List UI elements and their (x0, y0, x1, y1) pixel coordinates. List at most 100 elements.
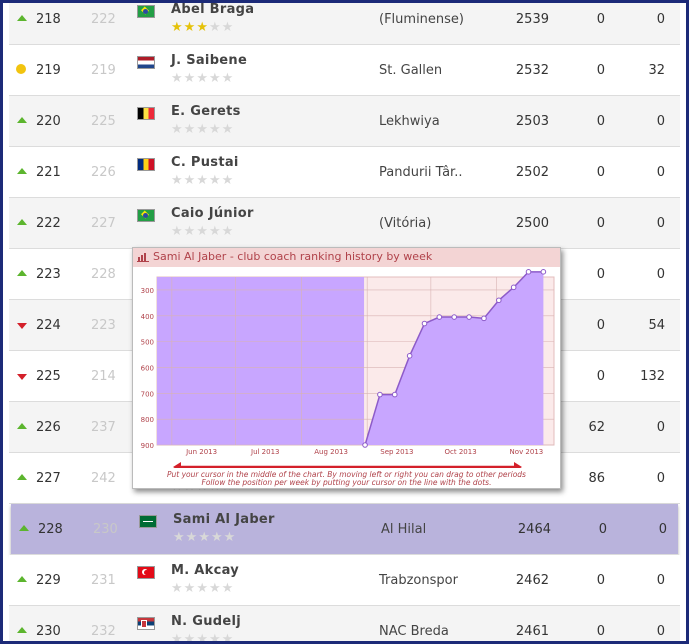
x-tick-label: Sep 2013 (380, 448, 413, 456)
rank-cell: 218 (36, 12, 61, 27)
stat-cell-1: 0 (596, 12, 605, 27)
stat-cell-1: 0 (596, 267, 605, 282)
club-cell: St. Gallen (379, 63, 443, 78)
points-cell: 2462 (515, 573, 549, 588)
table-row-highlighted[interactable]: 228 230 Sami Al Jaber ★★★★★ Al Hilal 2464 0 0 (11, 504, 678, 555)
stat-cell-2: 0 (656, 216, 665, 231)
previous-rank-cell: 242 (91, 471, 116, 486)
points-cell: 2503 (515, 114, 549, 129)
data-point[interactable] (436, 314, 443, 320)
data-point[interactable] (391, 391, 398, 398)
flag-icon (137, 158, 155, 171)
data-point[interactable] (377, 391, 383, 398)
stat-cell-2: 0 (656, 420, 665, 435)
stat-cell-1: 86 (588, 471, 605, 486)
drag-arrow-left-icon (173, 462, 181, 468)
data-point[interactable] (525, 269, 532, 275)
star-rating: ★★★★★ (171, 71, 235, 86)
data-point[interactable] (481, 315, 487, 322)
table-row[interactable]: 221 226 C. Pustai ★★★★★ Pandurii Târ.. 2502 0 0 (9, 147, 680, 198)
ranking-frame: 218 222 Abel Braga ★★★★★ (Fluminense) 2539 0 0 2… (0, 0, 689, 644)
table-row[interactable]: 218 222 Abel Braga ★★★★★ (Fluminense) 2539 0 0 (9, 3, 680, 45)
flag-icon (137, 56, 155, 69)
stat-cell-2: 0 (656, 624, 665, 639)
club-cell: Trabzonspor (379, 573, 458, 588)
data-point[interactable] (496, 297, 502, 304)
table-row[interactable]: 219 219 J. Saibene ★★★★★ St. Gallen 2532 0 32 (9, 45, 680, 96)
previous-rank-cell: 219 (91, 63, 116, 78)
club-cell: Pandurii Târ.. (379, 165, 463, 180)
rank-cell: 226 (36, 420, 61, 435)
coach-name-link[interactable]: Sami Al Jaber (173, 512, 275, 527)
stat-cell-1: 0 (596, 318, 605, 333)
previous-rank-cell: 214 (91, 369, 116, 384)
table-row[interactable]: 230 232 N. Gudelj ★★★★★ NAC Breda 2461 0 0 (9, 606, 680, 641)
stat-cell-2: 132 (640, 369, 665, 384)
stat-cell-1: 0 (596, 573, 605, 588)
previous-rank-cell: 232 (91, 624, 116, 639)
coach-name-link[interactable]: Abel Braga (171, 3, 254, 17)
data-point[interactable] (510, 284, 517, 291)
coach-name-link[interactable]: C. Pustai (171, 155, 239, 170)
rank-cell: 222 (36, 216, 61, 231)
x-tick-label: Oct 2013 (445, 448, 477, 456)
previous-rank-cell: 225 (91, 114, 116, 129)
rank-cell: 223 (36, 267, 61, 282)
x-tick-label: Jul 2013 (250, 448, 279, 456)
arrow-down-icon (17, 374, 27, 380)
popup-title: Sami Al Jaber - club coach ranking histo… (153, 250, 433, 263)
stat-cell-1: 0 (596, 165, 605, 180)
data-point[interactable] (540, 269, 547, 275)
rank-cell: 230 (36, 624, 61, 639)
drag-arrow-right-icon (514, 462, 522, 468)
coach-name-link[interactable]: M. Akcay (171, 563, 239, 578)
data-point[interactable] (421, 320, 428, 327)
x-tick-label: Aug 2013 (314, 448, 348, 456)
arrow-up-icon (17, 423, 27, 429)
flag-icon (139, 515, 157, 528)
star-rating: ★★★★★ (171, 224, 235, 239)
coach-name-link[interactable]: Caio Júnior (171, 206, 254, 221)
y-tick-label: 900 (141, 442, 154, 450)
y-tick-label: 800 (141, 416, 154, 424)
stat-cell-2: 0 (656, 165, 665, 180)
ranking-history-popup[interactable]: Sami Al Jaber - club coach ranking histo… (132, 247, 561, 489)
arrow-up-icon (17, 15, 27, 21)
rank-cell: 219 (36, 63, 61, 78)
y-tick-label: 500 (141, 339, 154, 347)
arrow-down-icon (17, 323, 27, 329)
points-cell: 2539 (515, 12, 549, 27)
table-row[interactable]: 220 225 E. Gerets ★★★★★ Lekhwiya 2503 0 0 (9, 96, 680, 147)
previous-rank-cell: 227 (91, 216, 116, 231)
previous-rank-cell: 237 (91, 420, 116, 435)
arrow-up-icon (17, 474, 27, 480)
flag-icon (137, 566, 155, 579)
stat-cell-2: 0 (656, 267, 665, 282)
table-row[interactable]: 222 227 Caio Júnior ★★★★★ (Vitória) 2500 0 0 (9, 198, 680, 249)
flag-icon (137, 617, 155, 630)
rank-cell: 221 (36, 165, 61, 180)
data-point[interactable] (451, 314, 458, 320)
dot-icon (16, 64, 26, 74)
data-point[interactable] (466, 314, 472, 320)
rank-cell: 228 (38, 522, 63, 537)
arrow-up-icon (17, 117, 27, 123)
no-data-region (157, 277, 365, 445)
previous-rank-cell: 223 (91, 318, 116, 333)
stat-cell-1: 0 (596, 624, 605, 639)
rank-cell: 220 (36, 114, 61, 129)
stat-cell-1: 0 (596, 369, 605, 384)
x-tick-label: Nov 2013 (510, 448, 544, 456)
stat-cell-2: 54 (648, 318, 665, 333)
data-point[interactable] (362, 442, 368, 448)
stat-cell-2: 32 (648, 63, 665, 78)
coach-name-link[interactable]: E. Gerets (171, 104, 241, 119)
table-row[interactable]: 229 231 M. Akcay ★★★★★ Trabzonspor 2462 0 0 (9, 555, 680, 606)
y-tick-label: 700 (141, 390, 154, 398)
ranking-history-chart[interactable]: 300 400 500 600 700 800 900 Jun 2013 Jul 2013 Aug… (133, 267, 560, 468)
stat-cell-2: 0 (656, 573, 665, 588)
coach-name-link[interactable]: J. Saibene (171, 53, 247, 68)
coach-name-link[interactable]: N. Gudelj (171, 614, 241, 629)
arrow-up-icon (17, 627, 27, 633)
data-point[interactable] (406, 353, 413, 359)
